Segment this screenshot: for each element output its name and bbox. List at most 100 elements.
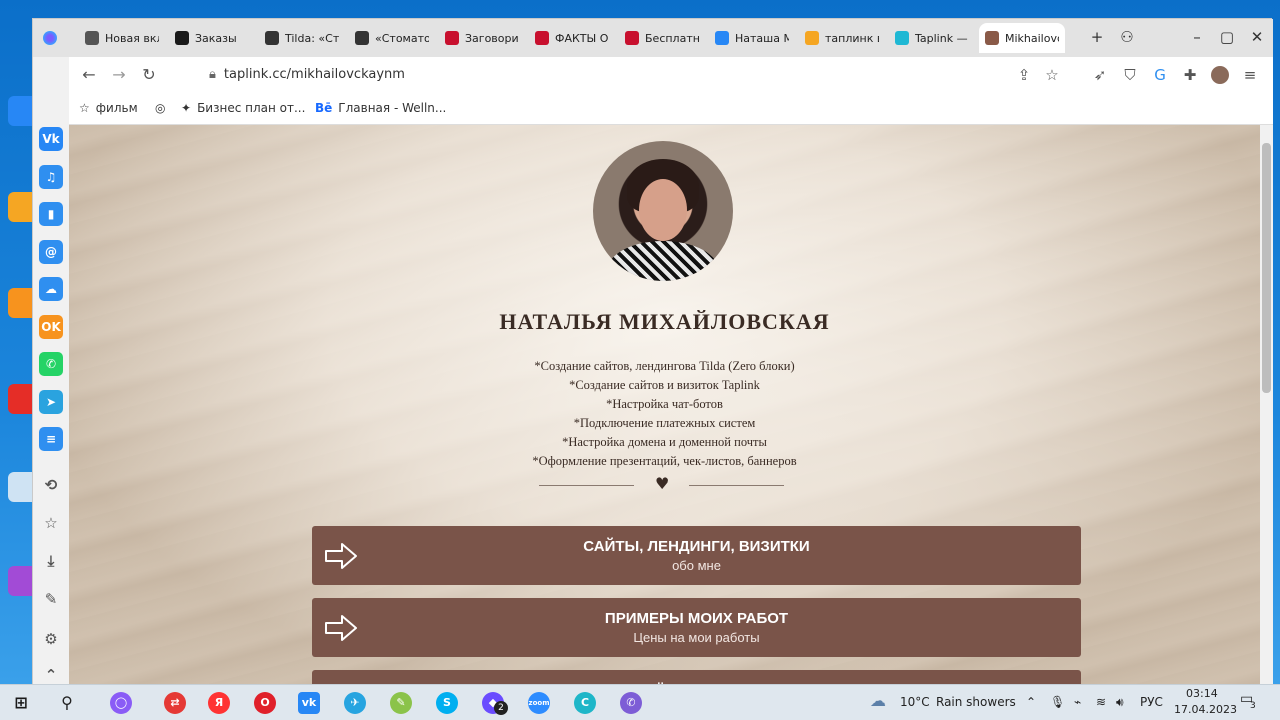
share-icon[interactable]: ⇪	[1015, 66, 1033, 84]
skype-icon[interactable]: S	[436, 692, 458, 714]
taskbar-app-icon[interactable]: ⇄	[164, 692, 186, 714]
new-tab-button[interactable]: +	[1087, 27, 1107, 47]
menu-icon[interactable]: ≡	[1241, 66, 1259, 84]
pen-icon[interactable]: ✎	[39, 587, 63, 611]
taskbar-app-icon[interactable]: ◯	[110, 692, 132, 714]
site-favicon	[175, 31, 189, 45]
rocket-icon[interactable]: ➶	[1091, 66, 1109, 84]
tab-6[interactable]: ФАКТЫ О	[529, 23, 615, 53]
sidebar-whatsapp-icon[interactable]: ✆	[39, 352, 63, 376]
sidebar-vk-icon[interactable]: Vk	[39, 127, 63, 151]
profile-avatar[interactable]	[1211, 66, 1229, 84]
sidebar-music-icon[interactable]: ♫	[39, 164, 63, 189]
tab-1[interactable]: Новая вкл	[79, 23, 165, 53]
page-scrollbar[interactable]	[1260, 125, 1273, 685]
tab-label: ФАКТЫ О	[555, 31, 609, 45]
browser-sidebar: Vk ♫ ▮ @ ☁ OK ✆ ➤ ≡ ⟲ ☆ ⤓ ✎ ⚙ ⌃	[33, 57, 69, 685]
tab-label: Заговори	[465, 31, 519, 45]
bookmark-4[interactable]: Bē Главная - Welln...	[315, 101, 446, 115]
reload-icon[interactable]: ↻	[139, 65, 159, 85]
sidebar-list-icon[interactable]: ≡	[39, 427, 63, 451]
bookmark-3[interactable]: ✦ Бизнес план от...	[181, 101, 305, 115]
viber-icon[interactable]: ✆	[620, 692, 642, 714]
tab-3[interactable]: Tilda: «Сто	[259, 23, 345, 53]
yandex-icon[interactable]: Я	[208, 692, 230, 714]
mail-icon	[805, 31, 819, 45]
close-button[interactable]: ✕	[1247, 27, 1267, 47]
tab-label: Наташа М	[735, 31, 789, 45]
profile-photo	[593, 141, 733, 281]
tab-9[interactable]: таплинк в	[799, 23, 885, 53]
settings-icon[interactable]: ⚙	[39, 627, 63, 651]
sidebar-ok-icon[interactable]: OK	[39, 314, 63, 339]
link-button-subtitle: обо мне	[672, 558, 721, 573]
taplink-icon	[895, 31, 909, 45]
downloads-icon[interactable]: ⤓	[39, 549, 63, 573]
clock-date[interactable]: 17.04.2023	[1174, 703, 1237, 716]
shield-icon[interactable]: ⛉	[1121, 66, 1139, 84]
sidebar-stats-icon[interactable]: ▮	[39, 202, 63, 226]
bookmark-1[interactable]: ☆ фильм	[79, 101, 138, 115]
minimize-button[interactable]: –	[1187, 27, 1207, 47]
network-icon[interactable]: ⌁	[1074, 695, 1081, 709]
clock-time[interactable]: 03:14	[1186, 687, 1218, 700]
tab-11[interactable]: Mikhailovc	[979, 23, 1065, 53]
tab-label: Tilda: «Сто	[285, 31, 339, 45]
bird-app-icon[interactable]: ✈	[344, 692, 366, 714]
opera-icon[interactable]: O	[254, 692, 276, 714]
sidebar-cloud-icon[interactable]: ☁	[39, 277, 63, 301]
favorites-icon[interactable]: ☆	[39, 511, 63, 535]
sidebar-mail-icon[interactable]: @	[39, 239, 63, 264]
bookmark-star-icon[interactable]: ☆	[1043, 66, 1061, 84]
forward-icon[interactable]: →	[109, 65, 129, 85]
browser-logo[interactable]	[37, 23, 67, 53]
app-c-icon[interactable]: C	[574, 692, 596, 714]
bookmark-2[interactable]: ◎	[155, 101, 171, 115]
tab-label: таплинк в	[825, 31, 879, 45]
back-icon[interactable]: ←	[79, 65, 99, 85]
history-icon[interactable]: ⟲	[39, 473, 63, 497]
weather-icon[interactable]: ☁	[870, 691, 886, 710]
maximize-button[interactable]: ▢	[1217, 27, 1237, 47]
navigation-toolbar: ← → ↻ 🔒︎ taplink.cc/mikhailovckaynm ⇪ ☆ ➶…	[69, 57, 1273, 93]
link-button-1[interactable]: САЙТЫ, ЛЕНДИНГИ, ВИЗИТКИ обо мне	[312, 526, 1081, 585]
weather-text[interactable]: Rain showers	[936, 695, 1016, 709]
tab-4[interactable]: «Стоматол	[349, 23, 435, 53]
volume-icon[interactable]: 🔊︎	[1116, 695, 1124, 710]
avatar-favicon	[985, 31, 999, 45]
tab-manager-icon[interactable]: ⚇	[1117, 27, 1137, 47]
address-bar[interactable]: 🔒︎ taplink.cc/mikhailovckaynm	[209, 67, 405, 82]
bookmark-label: фильм	[95, 101, 138, 115]
heart-icon: ♥	[655, 474, 670, 493]
search-icon[interactable]: ⚲	[56, 692, 78, 714]
extensions-icon[interactable]: ✚	[1181, 66, 1199, 84]
tab-7[interactable]: Бесплатн	[619, 23, 705, 53]
tab-5[interactable]: Заговори	[439, 23, 525, 53]
tab-label: Mikhailovc	[1005, 31, 1059, 45]
tab-2[interactable]: Заказы	[169, 23, 255, 53]
scrollbar-thumb[interactable]	[1262, 143, 1271, 393]
tilda-icon	[265, 31, 279, 45]
profile-description-line: *Оформление презентаций, чек-листов, бан…	[532, 454, 797, 468]
tray-expand-icon[interactable]: ⌃	[1026, 695, 1036, 709]
language-indicator[interactable]: РУС	[1140, 695, 1163, 709]
link-button-2[interactable]: ПРИМЕРЫ МОИХ РАБОТ Цены на мои работы	[312, 598, 1081, 657]
taskbar-badge: 2	[494, 701, 508, 715]
wifi-icon[interactable]: ≋	[1096, 695, 1106, 709]
tab-10[interactable]: Taplink —	[889, 23, 975, 53]
microphone-icon[interactable]: 🎙︎	[1050, 695, 1065, 709]
tab-8[interactable]: Наташа М	[709, 23, 795, 53]
link-button-title: САЙТЫ, ЛЕНДИНГИ, ВИЗИТКИ	[583, 538, 810, 555]
star-icon: ☆	[79, 101, 90, 115]
notes-app-icon[interactable]: ✎	[390, 692, 412, 714]
translate-icon[interactable]: G	[1151, 66, 1169, 84]
vk-taskbar-icon[interactable]: vk	[298, 692, 320, 714]
uk-flag-icon	[445, 31, 459, 45]
sidebar-telegram-icon[interactable]: ➤	[39, 389, 63, 414]
link-button-subtitle: Цены на мои работы	[633, 630, 760, 645]
zoom-icon[interactable]: zoom	[528, 692, 550, 714]
vk-icon	[715, 31, 729, 45]
weather-temp[interactable]: 10°C	[900, 695, 930, 709]
link-button-3[interactable]: МОЁ УВЛЕЧЕНИЕ	[312, 670, 1081, 685]
windows-start-icon[interactable]: ⊞	[10, 692, 32, 714]
